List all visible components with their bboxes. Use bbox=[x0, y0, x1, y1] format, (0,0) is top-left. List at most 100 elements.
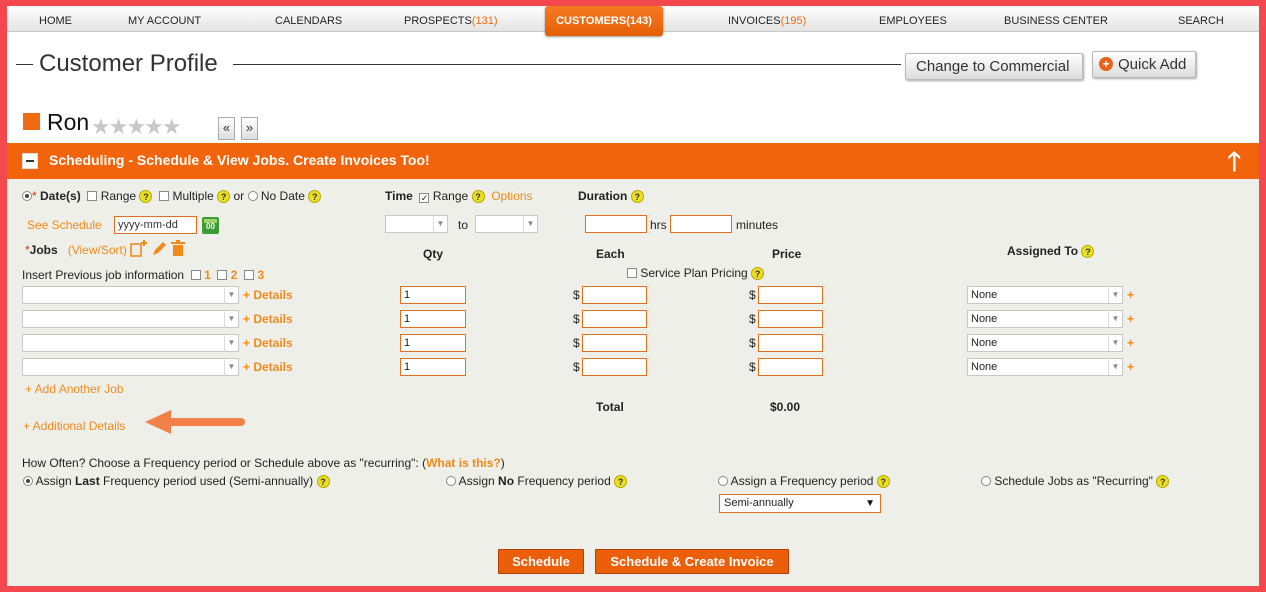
each-input[interactable] bbox=[582, 286, 647, 304]
each-input[interactable] bbox=[582, 334, 647, 352]
job-details-link[interactable]: + Details bbox=[243, 336, 293, 350]
assigned-to-select[interactable]: None ▼ bbox=[967, 334, 1123, 352]
freq-recurring-radio[interactable] bbox=[981, 476, 991, 486]
minutes-input[interactable] bbox=[670, 215, 732, 233]
date-radio[interactable] bbox=[22, 191, 32, 201]
add-assignee-button[interactable]: + bbox=[1127, 336, 1134, 350]
edit-pencil-icon[interactable] bbox=[153, 242, 166, 255]
what-is-this-link[interactable]: What is this? bbox=[426, 456, 501, 470]
help-icon[interactable]: ? bbox=[139, 190, 153, 203]
job-details-link[interactable]: + Details bbox=[243, 288, 293, 302]
help-icon[interactable]: ? bbox=[1081, 245, 1095, 258]
each-currency: $ bbox=[573, 288, 580, 302]
duration-label: Duration bbox=[578, 189, 628, 203]
price-input[interactable] bbox=[758, 334, 823, 352]
nav-employees[interactable]: EMPLOYEES bbox=[879, 6, 947, 32]
help-icon[interactable]: ? bbox=[471, 190, 485, 203]
nav-search[interactable]: SEARCH bbox=[1178, 6, 1224, 32]
qty-input[interactable]: 1 bbox=[400, 310, 466, 328]
nav-customers-label: CUSTOMERS bbox=[556, 15, 627, 27]
assigned-to-value: None bbox=[971, 313, 998, 325]
assigned-to-select[interactable]: None ▼ bbox=[967, 358, 1123, 376]
no-date-radio[interactable] bbox=[247, 191, 258, 201]
help-icon[interactable]: ? bbox=[316, 475, 330, 488]
qty-input[interactable]: 1 bbox=[400, 334, 466, 352]
change-to-commercial-button[interactable]: Change to Commercial bbox=[905, 53, 1083, 80]
job-details-link[interactable]: + Details bbox=[243, 360, 293, 374]
add-assignee-button[interactable]: + bbox=[1127, 312, 1134, 326]
add-assignee-button[interactable]: + bbox=[1127, 288, 1134, 302]
add-another-job-link[interactable]: + Add Another Job bbox=[25, 382, 123, 396]
schedule-button[interactable]: Schedule bbox=[498, 549, 584, 574]
view-sort-link[interactable]: (View/Sort) bbox=[68, 243, 127, 257]
help-icon[interactable]: ? bbox=[614, 475, 628, 488]
assigned-to-select[interactable]: None ▼ bbox=[967, 310, 1123, 328]
range-checkbox[interactable] bbox=[87, 191, 98, 201]
next-customer-button[interactable]: » bbox=[241, 117, 258, 140]
add-job-icon[interactable] bbox=[130, 240, 147, 257]
nav-business-center[interactable]: BUSINESS CENTER bbox=[1004, 6, 1108, 32]
quick-add-button[interactable]: + Quick Add bbox=[1092, 51, 1196, 78]
help-icon[interactable]: ? bbox=[217, 190, 231, 203]
see-schedule-link[interactable]: See Schedule bbox=[27, 218, 102, 232]
price-input[interactable] bbox=[758, 310, 823, 328]
frequency-select[interactable]: Semi-annually ▼ bbox=[719, 494, 881, 513]
each-input[interactable] bbox=[582, 358, 647, 376]
nav-invoices[interactable]: INVOICES(195) bbox=[728, 6, 806, 32]
previous-job-3-checkbox[interactable] bbox=[244, 270, 255, 280]
price-input[interactable] bbox=[758, 358, 823, 376]
help-icon[interactable]: ? bbox=[751, 267, 765, 280]
up-arrow-icon[interactable]: 🡑 bbox=[1227, 147, 1241, 175]
date-input[interactable]: yyyy-mm-dd bbox=[114, 216, 197, 234]
each-input[interactable] bbox=[582, 310, 647, 328]
each-currency: $ bbox=[573, 336, 580, 350]
rating-stars[interactable]: ★★★★★ bbox=[91, 116, 182, 138]
scheduling-form: * Date(s) Range ? Multiple ? or No Date … bbox=[7, 179, 1259, 586]
job-select[interactable]: ▼ bbox=[22, 334, 239, 352]
freq-none-radio[interactable] bbox=[446, 476, 456, 486]
additional-details-link[interactable]: + Additional Details bbox=[23, 419, 125, 433]
service-plan-checkbox[interactable] bbox=[627, 268, 637, 278]
nav-calendars[interactable]: CALENDARS bbox=[275, 6, 342, 32]
qty-input[interactable]: 1 bbox=[400, 358, 466, 376]
previous-job-1-checkbox[interactable] bbox=[190, 270, 201, 280]
qty-input[interactable]: 1 bbox=[400, 286, 466, 304]
price-input[interactable] bbox=[758, 286, 823, 304]
job-select[interactable]: ▼ bbox=[22, 286, 239, 304]
nav-my-account[interactable]: MY ACCOUNT bbox=[128, 6, 201, 32]
multiple-label: Multiple bbox=[172, 189, 214, 203]
collapse-icon[interactable] bbox=[22, 153, 38, 169]
help-icon[interactable]: ? bbox=[308, 190, 322, 203]
trash-icon[interactable] bbox=[171, 240, 185, 256]
job-details-link[interactable]: + Details bbox=[243, 312, 293, 326]
assigned-to-value: None bbox=[971, 289, 998, 301]
assigned-to-select[interactable]: None ▼ bbox=[967, 286, 1123, 304]
nav-home-label: HOME bbox=[39, 15, 72, 27]
help-icon[interactable]: ? bbox=[876, 475, 890, 488]
job-select[interactable]: ▼ bbox=[22, 358, 239, 376]
freq-assign-radio[interactable] bbox=[718, 476, 728, 486]
nav-prospects[interactable]: PROSPECTS(131) bbox=[404, 6, 498, 32]
nav-customers[interactable]: CUSTOMERS(143) bbox=[545, 6, 663, 36]
hours-input[interactable] bbox=[585, 215, 647, 233]
or-label: or bbox=[233, 189, 245, 203]
add-assignee-button[interactable]: + bbox=[1127, 360, 1134, 374]
job-select[interactable]: ▼ bbox=[22, 310, 239, 328]
time-range-checkbox[interactable] bbox=[419, 193, 430, 203]
start-time-select[interactable]: ▼ bbox=[385, 215, 448, 233]
freq-last-radio[interactable] bbox=[23, 476, 33, 486]
help-icon[interactable]: ? bbox=[1156, 475, 1170, 488]
schedule-create-invoice-button[interactable]: Schedule & Create Invoice bbox=[595, 549, 789, 574]
time-options-link[interactable]: Options bbox=[491, 189, 532, 203]
nav-home[interactable]: HOME bbox=[39, 6, 72, 32]
change-to-commercial-label: Change to Commercial bbox=[916, 58, 1070, 75]
previous-job-2-checkbox[interactable] bbox=[217, 270, 228, 280]
help-icon[interactable]: ? bbox=[630, 190, 644, 203]
end-time-select[interactable]: ▼ bbox=[475, 215, 538, 233]
prev-customer-button[interactable]: « bbox=[218, 117, 235, 140]
calendar-icon[interactable]: 00 bbox=[202, 217, 219, 234]
assigned-to-value: None bbox=[971, 361, 998, 373]
multiple-checkbox[interactable] bbox=[159, 191, 170, 201]
each-currency: $ bbox=[573, 312, 580, 326]
freq-recurring-label: Schedule Jobs as "Recurring" bbox=[994, 474, 1153, 488]
